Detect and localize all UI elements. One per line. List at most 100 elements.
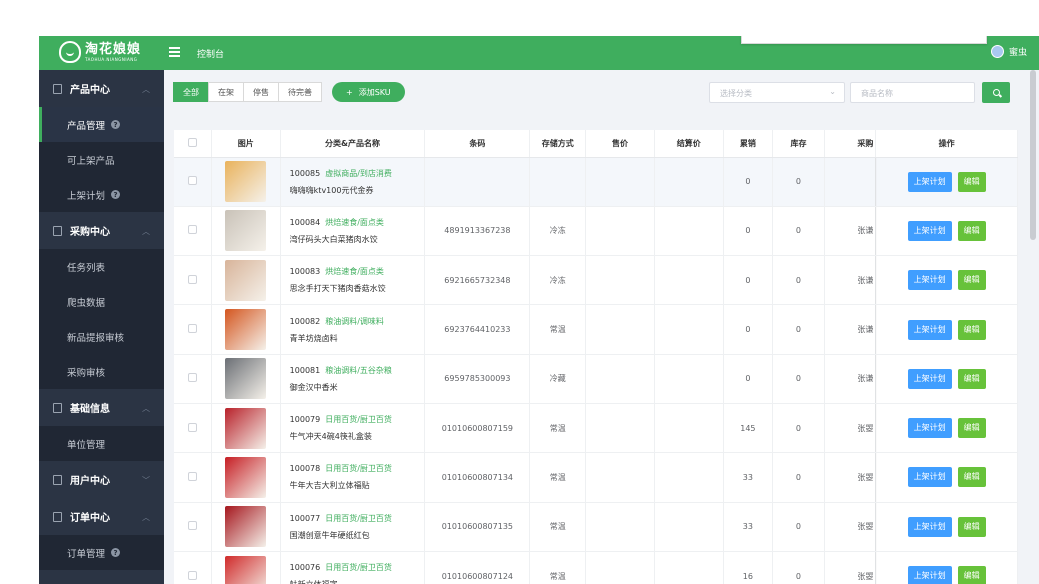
sidebar-group-basic-info[interactable]: 基础信息 ︿ bbox=[39, 389, 164, 426]
edit-button[interactable]: 编辑 bbox=[957, 566, 986, 584]
listing-plan-button[interactable]: 上架计划 bbox=[907, 270, 952, 291]
sidebar-group-products[interactable]: 产品中心 ︿ bbox=[39, 70, 164, 107]
product-image[interactable] bbox=[225, 210, 267, 252]
help-icon[interactable]: ? bbox=[111, 548, 121, 557]
product-category[interactable]: 烘焙速食/面点类 bbox=[325, 267, 384, 276]
scrollbar[interactable] bbox=[1030, 70, 1036, 240]
stock-cell: 0 bbox=[772, 403, 825, 454]
row-checkbox[interactable] bbox=[174, 403, 212, 454]
row-checkbox[interactable] bbox=[174, 206, 212, 257]
row-checkbox[interactable] bbox=[174, 304, 212, 355]
product-image[interactable] bbox=[225, 309, 267, 351]
add-sku-button[interactable]: + 添加SKU bbox=[332, 82, 405, 102]
table-row[interactable]: 100076 日用百货/厨卫百货蚨新立体福字01010600807124常温 160… bbox=[174, 551, 1018, 584]
product-image[interactable] bbox=[225, 407, 267, 449]
settle-price-cell bbox=[654, 255, 724, 306]
listing-plan-button[interactable]: 上架计划 bbox=[907, 319, 952, 340]
sidebar-group-purchasing[interactable]: 采购中心 ︿ bbox=[39, 212, 164, 249]
listing-plan-button[interactable]: 上架计划 bbox=[907, 220, 952, 241]
price-cell bbox=[585, 206, 655, 257]
sidebar-item-listing-plan[interactable]: 上架计划? bbox=[39, 177, 164, 212]
edit-button[interactable]: 编辑 bbox=[957, 171, 986, 192]
product-image[interactable] bbox=[225, 161, 267, 203]
product-category[interactable]: 粮油调料/五谷杂粮 bbox=[325, 366, 392, 375]
logo-icon bbox=[59, 41, 81, 63]
product-id: 100076 bbox=[289, 563, 321, 573]
table-row[interactable]: 100077 日用百货/厨卫百货 国潮创意牛年硬纸红包 01010600807135 常… bbox=[174, 502, 1018, 552]
product-category[interactable]: 日用百货/厨卫百货 bbox=[325, 514, 392, 523]
help-icon[interactable]: ? bbox=[111, 120, 121, 129]
listing-plan-button[interactable]: 上架计划 bbox=[907, 566, 952, 584]
row-checkbox[interactable] bbox=[174, 255, 212, 306]
table-row[interactable]: 100083 烘焙速食/面点类 思念手打天下猪肉香菇水饺 6921665732348 冷… bbox=[174, 255, 1018, 306]
listing-plan-button[interactable]: 上架计划 bbox=[907, 171, 952, 192]
edit-button[interactable]: 编辑 bbox=[957, 220, 986, 241]
product-category[interactable]: 烘焙速食/面点类 bbox=[325, 218, 384, 227]
product-id: 100081 bbox=[289, 365, 321, 375]
edit-button[interactable]: 编辑 bbox=[957, 270, 986, 291]
sidebar-group-users[interactable]: 用户中心 ﹀ bbox=[39, 461, 164, 498]
table-row[interactable]: 100084 烘焙速食/面点类 湾仔码头大白菜猪肉水饺 4891913367238 冷冻… bbox=[174, 206, 1018, 257]
listing-plan-button[interactable]: 上架计划 bbox=[907, 467, 952, 488]
help-icon[interactable]: ? bbox=[111, 190, 121, 199]
sidebar-item-listable-products[interactable]: 可上架产品 bbox=[39, 142, 164, 177]
product-category[interactable]: 粮油调料/调味料 bbox=[325, 317, 384, 326]
stock-cell: 0 bbox=[772, 452, 825, 503]
listing-plan-button[interactable]: 上架计划 bbox=[907, 418, 952, 439]
edit-button[interactable]: 编辑 bbox=[957, 418, 986, 439]
product-image[interactable] bbox=[225, 358, 267, 400]
col-stock: 库存 bbox=[772, 130, 825, 158]
sidebar-item-order-management[interactable]: 订单管理? bbox=[39, 535, 164, 570]
filter-incomplete-button[interactable]: 待完善 bbox=[278, 82, 322, 102]
search-button[interactable] bbox=[982, 82, 1010, 103]
table-row[interactable]: 100079 日用百货/厨卫百货 牛气冲天4碗4筷礼盒装 01010600807159… bbox=[174, 403, 1018, 454]
product-name-input[interactable]: 商品名称 bbox=[850, 82, 975, 103]
category-select[interactable]: 选择分类 ⌄ bbox=[709, 82, 845, 103]
product-category[interactable]: 日用百货/厨卫百货 bbox=[325, 563, 392, 572]
product-category[interactable]: 日用百货/厨卫百货 bbox=[325, 464, 392, 473]
product-category[interactable]: 虚拟商品/到店消费 bbox=[325, 169, 392, 178]
settle-price-cell bbox=[654, 502, 724, 552]
table-row[interactable]: 100082 粮油调料/调味料 青羊坊烧卤料 6923764410233 常温 0 0 张谦上… bbox=[174, 304, 1018, 355]
filter-on-shelf-button[interactable]: 在架 bbox=[208, 82, 244, 102]
table-row[interactable]: 100081 粮油调料/五谷杂粮 御金汉中香米 6959785300093 冷藏 0 0 张谦… bbox=[174, 354, 1018, 404]
table-row[interactable]: 100085 虚拟商品/到店消费 嗨嗨嗨ktv100元代金券 0 0 上架计划 编辑 bbox=[174, 157, 1018, 207]
listing-plan-button[interactable]: 上架计划 bbox=[907, 516, 952, 537]
user-menu[interactable]: 蜜虫 bbox=[990, 45, 1027, 58]
edit-button[interactable]: 编辑 bbox=[957, 516, 986, 537]
filter-all-button[interactable]: 全部 bbox=[173, 82, 209, 102]
product-image[interactable] bbox=[225, 506, 267, 548]
product-image[interactable] bbox=[225, 555, 267, 584]
sidebar-item-product-management[interactable]: 产品管理? bbox=[39, 107, 164, 142]
product-category[interactable]: 日用百货/厨卫百货 bbox=[325, 415, 392, 424]
sales-cell: 0 bbox=[723, 304, 774, 355]
listing-plan-button[interactable]: 上架计划 bbox=[907, 368, 952, 389]
row-checkbox[interactable] bbox=[174, 452, 212, 503]
table-row[interactable]: 100078 日用百货/厨卫百货 牛年大吉大利立体福贴 01010600807134 常… bbox=[174, 452, 1018, 503]
sidebar-item-purchase-review[interactable]: 采购审核 bbox=[39, 354, 164, 389]
logo[interactable]: 淘花娘娘 TAOHUA.NIANGNIANG bbox=[59, 40, 149, 64]
select-all-checkbox[interactable] bbox=[174, 130, 212, 158]
sidebar-group-orders[interactable]: 订单中心 ︿ bbox=[39, 498, 164, 535]
sales-cell: 33 bbox=[723, 502, 774, 552]
menu-toggle-icon[interactable] bbox=[169, 47, 180, 57]
filter-discontinued-button[interactable]: 停售 bbox=[243, 82, 279, 102]
product-id: 100077 bbox=[289, 513, 321, 523]
sidebar-item-crawler-data[interactable]: 爬虫数据 bbox=[39, 284, 164, 319]
purchaser-cell: 张曌 bbox=[824, 403, 877, 454]
actions-cell: 上架计划 编辑 bbox=[874, 403, 1018, 454]
row-checkbox[interactable] bbox=[174, 157, 212, 207]
sidebar-item-unit-management[interactable]: 单位管理 bbox=[39, 426, 164, 461]
row-checkbox[interactable] bbox=[174, 551, 212, 584]
edit-button[interactable]: 编辑 bbox=[957, 467, 986, 488]
edit-button[interactable]: 编辑 bbox=[957, 319, 986, 340]
product-image[interactable] bbox=[225, 259, 267, 301]
sidebar-item-task-list[interactable]: 任务列表 bbox=[39, 249, 164, 284]
product-name: 湾仔码头大白菜猪肉水饺 bbox=[289, 234, 378, 244]
row-checkbox[interactable] bbox=[174, 354, 212, 404]
product-image[interactable] bbox=[225, 456, 267, 498]
row-checkbox[interactable] bbox=[174, 502, 212, 552]
sidebar-item-new-product-review[interactable]: 新品提报审核 bbox=[39, 319, 164, 354]
actions-cell: 上架计划 编辑 bbox=[874, 304, 1018, 355]
edit-button[interactable]: 编辑 bbox=[957, 368, 986, 389]
